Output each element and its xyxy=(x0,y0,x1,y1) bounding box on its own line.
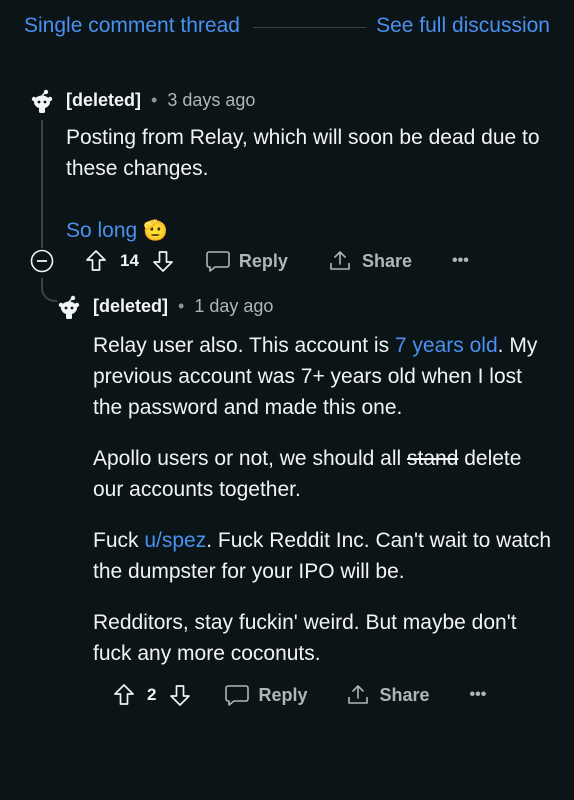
saluting-face-emoji: 🫡 xyxy=(143,220,168,242)
reply-label: Reply xyxy=(258,684,308,705)
vote-count: 2 xyxy=(147,685,157,704)
header-divider xyxy=(253,27,366,28)
reply-paragraph-3: Fuck u/spez. Fuck Reddit Inc. Can't wait… xyxy=(93,529,552,583)
vote-count: 14 xyxy=(120,251,139,270)
snoo-avatar-icon[interactable] xyxy=(57,294,81,320)
share-button[interactable]: Share xyxy=(328,249,412,273)
reply-thread-connector xyxy=(41,278,57,302)
comment-author[interactable]: [deleted] xyxy=(66,90,141,110)
single-comment-thread-title: Single comment thread xyxy=(24,14,240,37)
comment-meta: [deleted] • 3 days ago xyxy=(66,90,256,110)
more-options-button[interactable]: ••• xyxy=(452,252,469,270)
upvote-button[interactable] xyxy=(84,249,108,273)
share-label: Share xyxy=(361,250,412,271)
reply-label: Reply xyxy=(238,250,288,271)
reply-author[interactable]: [deleted] xyxy=(93,296,168,316)
more-options-button[interactable]: ••• xyxy=(470,686,487,704)
reply-paragraph-1: Relay user also. This account is 7 years… xyxy=(93,334,538,419)
thread-line[interactable] xyxy=(41,120,43,248)
share-icon xyxy=(347,685,368,704)
more-options-icon: ••• xyxy=(451,252,469,269)
comment-timestamp: 3 days ago xyxy=(167,90,256,110)
comment-actions: 14 Reply Share ••• xyxy=(84,243,469,279)
reply-body: Relay user also. This account is 7 years… xyxy=(93,330,553,669)
collapse-icon[interactable] xyxy=(30,249,54,273)
upvote-button[interactable] xyxy=(112,683,136,707)
downvote-arrow-icon xyxy=(170,685,191,706)
see-full-discussion-link[interactable]: See full discussion xyxy=(376,14,550,38)
downvote-button[interactable] xyxy=(151,249,175,273)
downvote-arrow-icon xyxy=(153,251,173,272)
more-options-icon: ••• xyxy=(469,686,487,703)
thread-header: Single comment thread See full discussio… xyxy=(0,0,574,56)
upvote-arrow-icon xyxy=(86,250,106,271)
snoo-avatar-icon[interactable] xyxy=(30,88,54,114)
account-age-link[interactable]: 7 years old xyxy=(395,334,498,357)
downvote-button[interactable] xyxy=(168,683,192,707)
reply-meta: [deleted] • 1 day ago xyxy=(93,296,274,316)
reply-button[interactable]: Reply xyxy=(205,249,288,273)
user-spez-link[interactable]: u/spez xyxy=(144,529,206,552)
reply-button[interactable]: Reply xyxy=(224,683,308,707)
so-long-link[interactable]: So long xyxy=(66,219,137,242)
reply-paragraph-4: Redditors, stay fuckin' weird. But maybe… xyxy=(93,611,517,665)
reply-bubble-icon xyxy=(206,251,230,272)
share-label: Share xyxy=(379,684,430,705)
upvote-arrow-icon xyxy=(114,684,134,705)
share-icon xyxy=(330,251,350,270)
reply-actions: 2 Reply Share ••• xyxy=(112,677,486,713)
struck-word: stand xyxy=(407,447,459,470)
reply-paragraph-2: Apollo users or not, we should all stand… xyxy=(93,447,522,501)
comment-body: Posting from Relay, which will soon be d… xyxy=(66,122,556,247)
comment-text: Posting from Relay, which will soon be d… xyxy=(66,126,540,180)
reply-bubble-icon xyxy=(225,685,250,706)
share-button[interactable]: Share xyxy=(346,683,430,707)
reply-timestamp: 1 day ago xyxy=(194,296,274,316)
